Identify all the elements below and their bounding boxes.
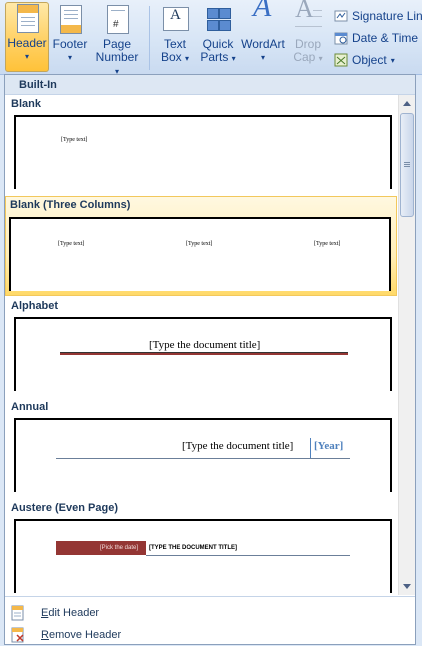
remove-header-label: emove Header bbox=[48, 629, 122, 641]
chevron-down-icon: ▾ bbox=[185, 54, 190, 63]
gallery-item-alphabet[interactable]: Alphabet [Type the document title] bbox=[5, 297, 397, 397]
edit-header-menu-item[interactable]: Edit Header bbox=[5, 602, 415, 624]
quick-parts-label-2: Parts bbox=[200, 50, 229, 64]
header-gallery: Blank [Type text] Blank (Three Columns) … bbox=[5, 95, 397, 595]
scrollbar-thumb[interactable] bbox=[400, 113, 414, 217]
chevron-down-icon: ▾ bbox=[231, 54, 236, 63]
wordart-button[interactable]: A WordArt ▾ bbox=[240, 0, 286, 64]
text-box-button[interactable]: A Text Box ▾ bbox=[155, 4, 195, 65]
wordart-icon: A bbox=[253, 0, 272, 23]
chevron-down-icon: ▾ bbox=[260, 53, 265, 62]
gallery-scrollbar[interactable] bbox=[398, 95, 415, 595]
gallery-section-title: Built-In bbox=[5, 75, 415, 95]
drop-cap-button[interactable]: A Drop Cap ▾ bbox=[289, 0, 327, 65]
page-number-label-2: Number bbox=[95, 50, 139, 64]
edit-header-icon bbox=[11, 605, 25, 621]
header-preview: [Type the document title] bbox=[14, 317, 392, 391]
footer-button[interactable]: Footer ▾ bbox=[50, 4, 90, 64]
scroll-up-arrow-icon[interactable] bbox=[403, 101, 411, 106]
gallery-item-annual[interactable]: Annual [Type the document title] [Year] bbox=[5, 398, 397, 498]
preview-title: [Type the document title] bbox=[149, 339, 261, 351]
header-label: Header bbox=[7, 36, 47, 50]
preview-placeholder: [Type text] bbox=[61, 137, 88, 143]
object-icon bbox=[334, 53, 348, 67]
remove-header-menu-item[interactable]: Remove Header bbox=[5, 624, 415, 646]
calendar-icon bbox=[334, 31, 348, 45]
chevron-down-icon: ▾ bbox=[67, 53, 72, 62]
gallery-item-label: Blank bbox=[11, 98, 41, 110]
chevron-down-icon: ▾ bbox=[318, 54, 323, 63]
remove-header-accel: R bbox=[41, 629, 49, 641]
insert-ribbon: Header ▾ Footer ▾ # Page Number ▾ A Text… bbox=[0, 0, 422, 78]
preview-title: [Type the document title] bbox=[182, 440, 294, 452]
gallery-item-label: Annual bbox=[11, 401, 49, 413]
gallery-item-label: Alphabet bbox=[11, 300, 59, 312]
chevron-down-icon: ▾ bbox=[24, 52, 29, 61]
preview-title: [TYPE THE DOCUMENT TITLE] bbox=[149, 545, 237, 551]
header-preview: [Type text] bbox=[14, 115, 392, 189]
preview-rule bbox=[146, 555, 350, 556]
preview-rule bbox=[60, 352, 348, 355]
date-time-label: Date & Time bbox=[352, 31, 419, 45]
footer-label: Footer bbox=[52, 37, 88, 51]
scroll-down-arrow-icon[interactable] bbox=[403, 584, 411, 589]
header-button[interactable]: Header ▾ bbox=[5, 2, 49, 72]
preview-date: [Pick the date] bbox=[100, 545, 139, 551]
group-separator bbox=[149, 6, 150, 70]
page-number-button[interactable]: # Page Number ▾ bbox=[92, 4, 142, 78]
object-label: Object bbox=[352, 53, 387, 67]
preview-placeholder: [Type text] bbox=[314, 241, 341, 247]
quick-parts-button[interactable]: Quick Parts ▾ bbox=[198, 4, 238, 65]
drop-cap-icon: A bbox=[293, 0, 323, 34]
gallery-item-label: Blank (Three Columns) bbox=[10, 199, 131, 211]
chevron-down-icon: ▾ bbox=[390, 55, 395, 65]
object-button[interactable]: Object ▾ bbox=[334, 53, 395, 67]
date-time-button[interactable]: Date & Time bbox=[334, 31, 418, 45]
header-preview: [Type the document title] [Year] bbox=[14, 418, 392, 492]
text-box-label-2: Box bbox=[160, 50, 182, 64]
page-number-icon: # bbox=[102, 4, 132, 34]
header-icon bbox=[12, 3, 42, 33]
signature-icon bbox=[334, 9, 348, 23]
drop-cap-label-2: Cap bbox=[293, 50, 316, 64]
header-gallery-dropdown: Built-In Blank [Type text] Blank (Three … bbox=[4, 74, 416, 645]
quick-parts-icon bbox=[203, 4, 233, 34]
header-preview: [Type text] [Type text] [Type text] bbox=[9, 217, 391, 291]
gallery-item-blank[interactable]: Blank [Type text] bbox=[5, 95, 397, 195]
preview-divider bbox=[310, 438, 311, 458]
gallery-item-austere-even-page[interactable]: Austere (Even Page) [Pick the date] [TYP… bbox=[5, 499, 397, 595]
signature-line-label: Signature Line bbox=[352, 9, 422, 23]
signature-line-button[interactable]: Signature Line bbox=[334, 9, 422, 23]
preview-placeholder: [Type text] bbox=[186, 241, 213, 247]
preview-placeholder: [Type text] bbox=[58, 241, 85, 247]
gallery-item-label: Austere (Even Page) bbox=[11, 502, 118, 514]
edit-header-label: dit Header bbox=[48, 607, 100, 619]
footer-icon bbox=[55, 4, 85, 34]
preview-rule bbox=[56, 458, 350, 459]
text-box-icon: A bbox=[160, 4, 190, 34]
preview-year: [Year] bbox=[314, 440, 344, 452]
remove-header-icon bbox=[11, 627, 25, 643]
wordart-label: WordArt bbox=[241, 37, 285, 51]
header-preview: [Pick the date] [TYPE THE DOCUMENT TITLE… bbox=[14, 519, 392, 593]
menu-separator bbox=[5, 596, 415, 597]
gallery-item-blank-three-columns[interactable]: Blank (Three Columns) [Type text] [Type … bbox=[5, 196, 397, 296]
